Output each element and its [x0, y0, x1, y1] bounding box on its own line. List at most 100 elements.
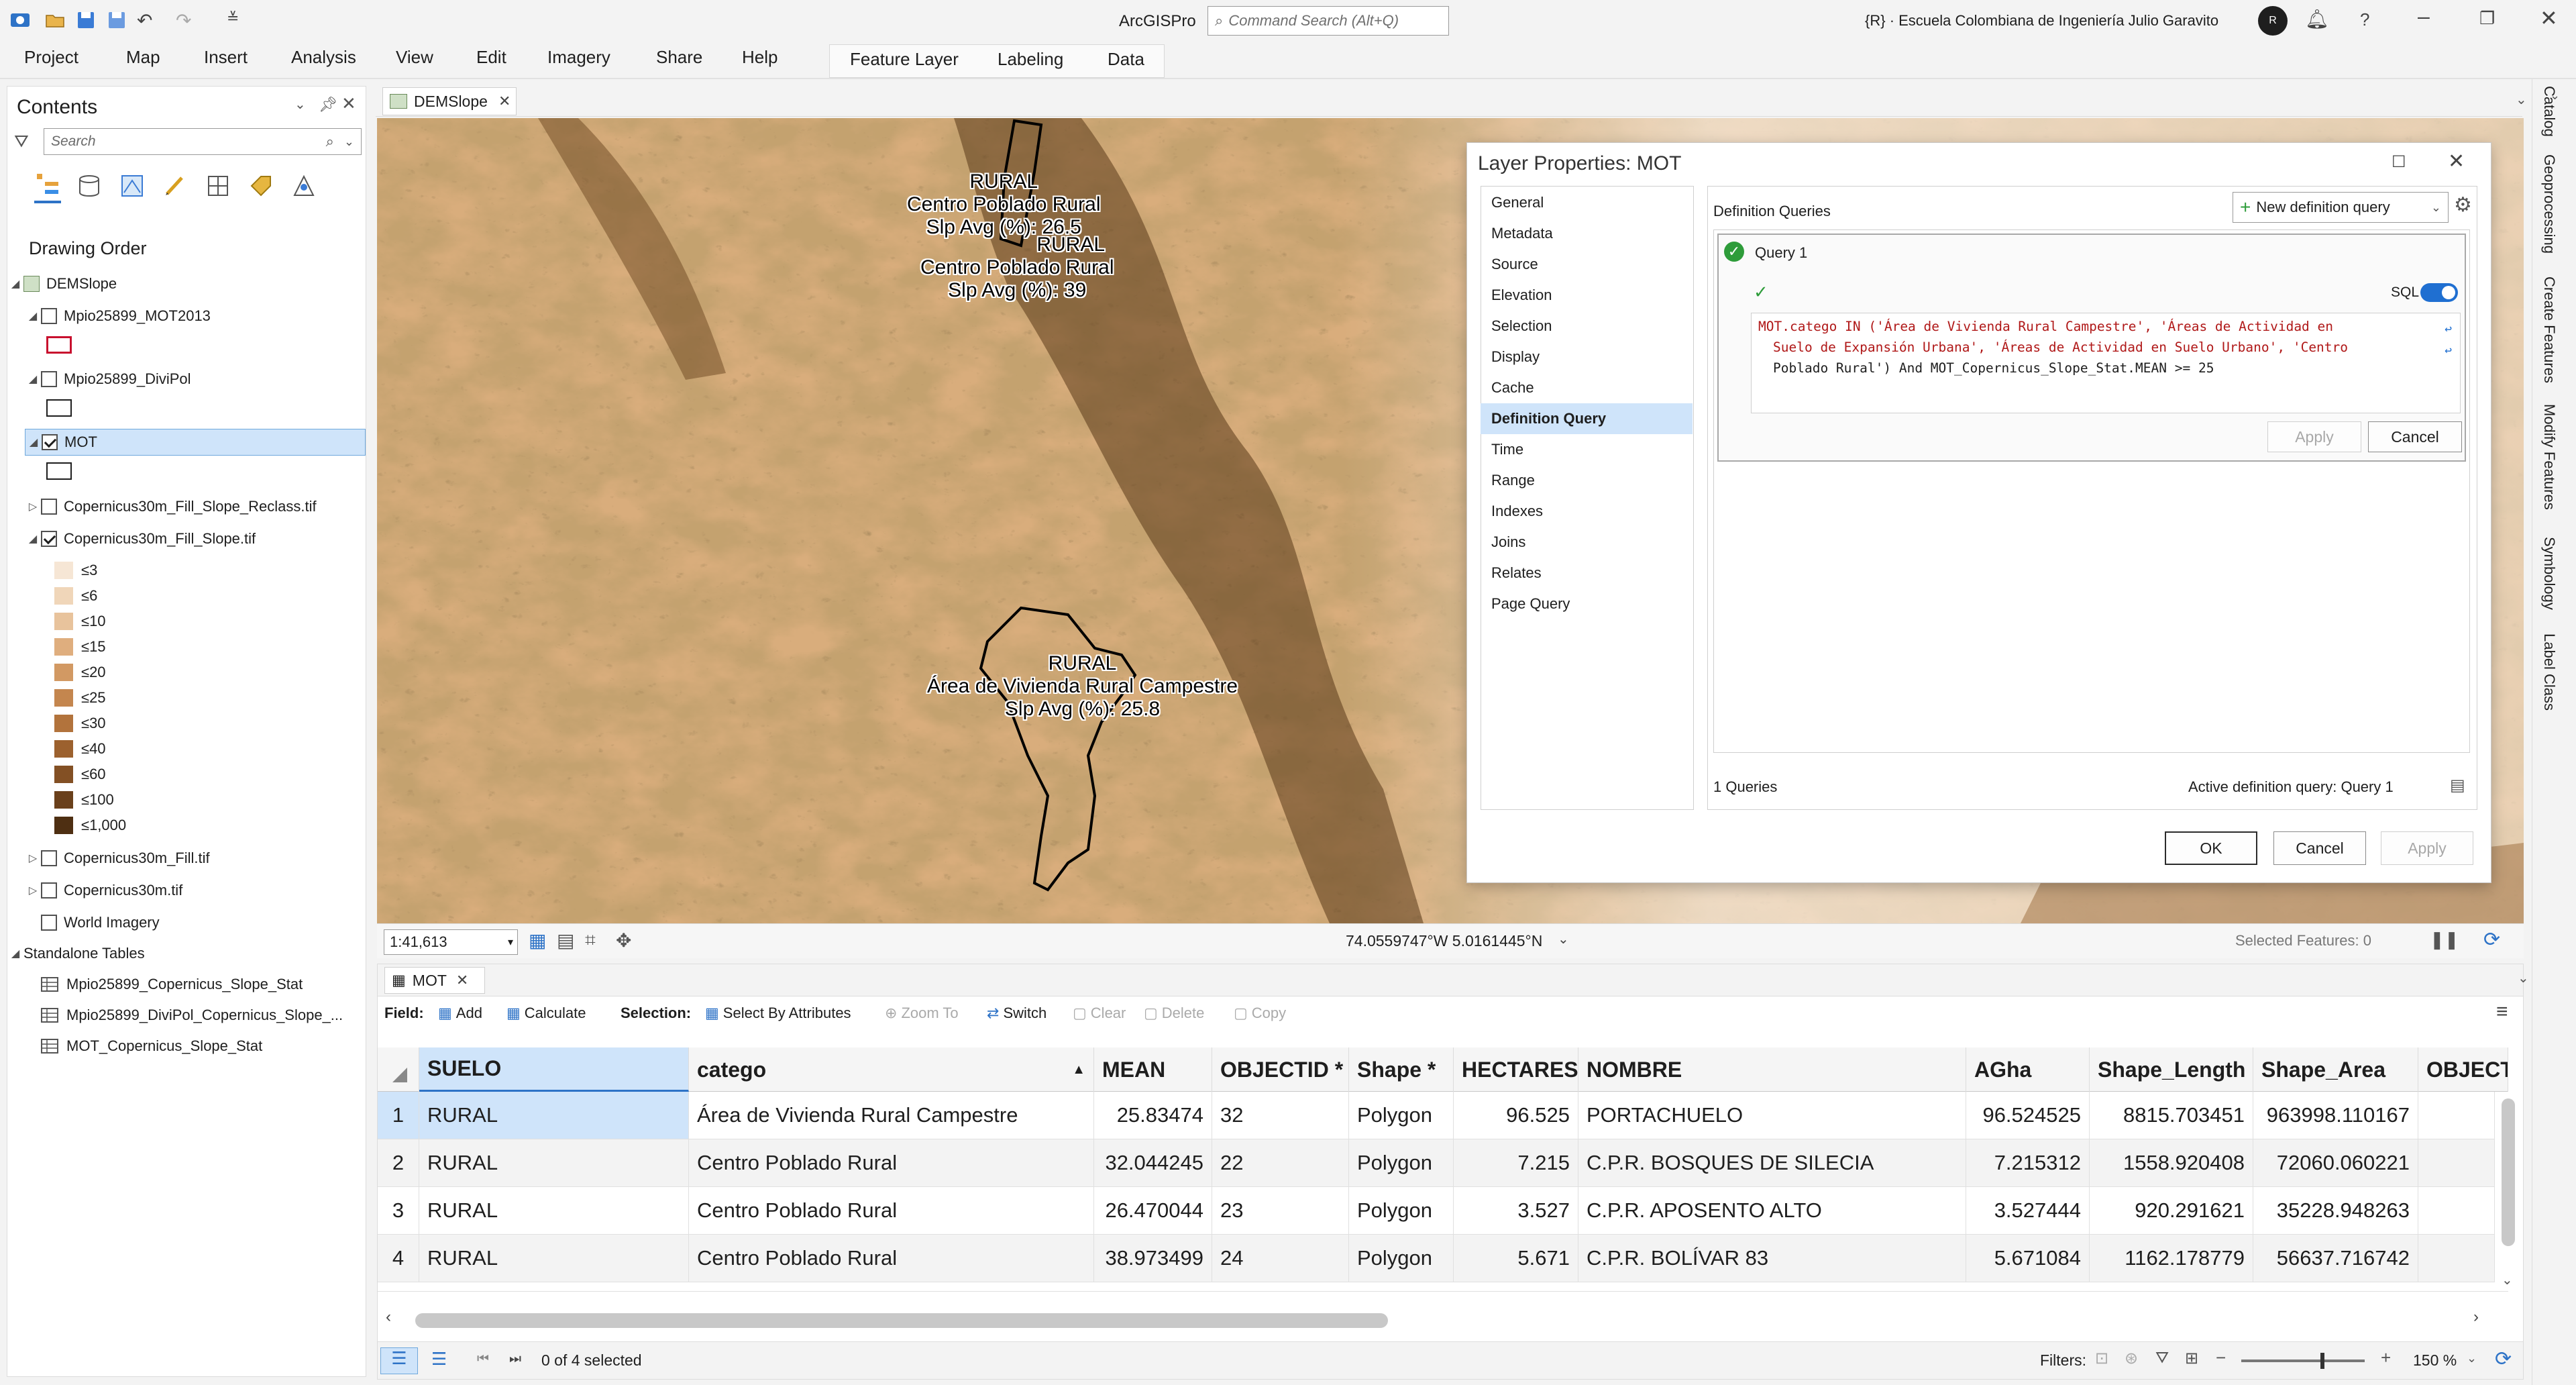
- tab-data[interactable]: Data: [1108, 49, 1144, 70]
- grid-toggle-icon[interactable]: ▦: [529, 929, 546, 952]
- layer-symbol-black-outline[interactable]: [46, 399, 72, 417]
- column-header-shape-length[interactable]: Shape_Length: [2090, 1047, 2253, 1092]
- table-cell-shape[interactable]: Polygon: [1349, 1235, 1454, 1282]
- zoom-to-button[interactable]: ⊕ Zoom To: [885, 1005, 959, 1022]
- collapse-icon[interactable]: ◢: [7, 947, 23, 960]
- notifications-bell-icon[interactable]: 🔔︎: [2305, 8, 2329, 30]
- layer-row-slope-reclass[interactable]: ▷ Copernicus30m_Fill_Slope_Reclass.tif: [25, 493, 317, 520]
- layer-visibility-checkbox[interactable]: [41, 850, 57, 866]
- query-cancel-button[interactable]: Cancel: [2368, 421, 2462, 452]
- cancel-button[interactable]: Cancel: [2273, 831, 2366, 865]
- column-header-mean[interactable]: MEAN: [1094, 1047, 1212, 1092]
- pane-options-icon[interactable]: ⌄: [294, 96, 306, 113]
- table-cell-shape-length[interactable]: 1558.920408: [2090, 1139, 2253, 1187]
- close-dialog-icon[interactable]: ✕: [2448, 150, 2465, 173]
- expand-icon[interactable]: ▷: [25, 852, 41, 865]
- tab-project[interactable]: Project: [24, 47, 78, 68]
- legend-item[interactable]: ≤25: [54, 685, 106, 711]
- restore-icon[interactable]: ❐: [2479, 8, 2495, 29]
- navigation-icon[interactable]: ✥: [616, 929, 631, 952]
- column-header-nombre[interactable]: NOMBRE: [1578, 1047, 1966, 1092]
- select-by-attributes-button[interactable]: ▦ Select By Attributes: [705, 1005, 851, 1022]
- table-cell-shape-area[interactable]: 72060.060221: [2253, 1139, 2418, 1187]
- legend-item[interactable]: ≤10: [54, 609, 106, 634]
- table-cell-object[interactable]: [2418, 1235, 2495, 1282]
- first-record-icon[interactable]: ⏮: [477, 1351, 489, 1367]
- list-by-labeling-icon[interactable]: [249, 174, 273, 198]
- layer-visibility-checkbox[interactable]: [41, 915, 57, 931]
- zoom-out-icon[interactable]: −: [2216, 1347, 2226, 1368]
- layer-row-copernicus[interactable]: ▷ Copernicus30m.tif: [25, 877, 182, 904]
- scroll-down-icon[interactable]: ⌄: [2502, 1272, 2513, 1288]
- legend-item[interactable]: ≤30: [54, 711, 106, 736]
- add-field-button[interactable]: ▦ Add: [438, 1005, 482, 1022]
- layer-row-fill[interactable]: ▷ Copernicus30m_Fill.tif: [25, 845, 210, 872]
- tab-map[interactable]: Map: [126, 47, 160, 68]
- minimize-icon[interactable]: –: [2418, 4, 2430, 29]
- new-definition-query-button[interactable]: + New definition query ⌄: [2233, 192, 2449, 223]
- row-number[interactable]: 3: [378, 1187, 419, 1235]
- legend-item[interactable]: ≤15: [54, 634, 106, 660]
- table-cell-agha[interactable]: 7.215312: [1966, 1139, 2090, 1187]
- tab-view[interactable]: View: [396, 47, 433, 68]
- table-cell-hectares[interactable]: 3.527: [1454, 1187, 1578, 1235]
- show-all-records-icon[interactable]: ☰: [380, 1347, 418, 1374]
- column-header-shape[interactable]: Shape *: [1349, 1047, 1454, 1092]
- legend-item[interactable]: ≤20: [54, 660, 106, 685]
- nav-source[interactable]: Source: [1481, 249, 1693, 280]
- layer-row-slope[interactable]: ◢ Copernicus30m_Fill_Slope.tif: [25, 525, 256, 552]
- query-details-icon[interactable]: ▤: [2450, 776, 2465, 795]
- filter-selection-icon[interactable]: ⊛: [2125, 1349, 2138, 1368]
- table-cell-catego[interactable]: Área de Vivienda Rural Campestre: [689, 1092, 1094, 1139]
- table-row-mpio-slope-stat[interactable]: Mpio25899_Copernicus_Slope_Stat: [41, 971, 303, 998]
- delete-button[interactable]: ▢ Delete: [1144, 1005, 1204, 1022]
- scroll-right-icon[interactable]: ›: [2473, 1308, 2479, 1327]
- layer-visibility-checkbox[interactable]: [41, 371, 57, 387]
- sql-expression-editor[interactable]: MOT.catego IN ('Área de Vivienda Rural C…: [1751, 313, 2461, 413]
- legend-item[interactable]: ≤40: [54, 736, 106, 762]
- tab-symbology[interactable]: Symbology: [2540, 537, 2558, 610]
- list-by-perspective-icon[interactable]: [292, 174, 316, 198]
- zoom-slider-handle[interactable]: [2320, 1353, 2324, 1369]
- table-cell-mean[interactable]: 25.83474: [1094, 1092, 1212, 1139]
- nav-relates[interactable]: Relates: [1481, 558, 1693, 588]
- settings-gear-icon[interactable]: ⚙: [2454, 193, 2472, 217]
- refresh-icon[interactable]: ⟳: [2495, 1347, 2512, 1371]
- table-tab[interactable]: ▦ MOT ✕: [384, 967, 485, 994]
- tab-feature-layer[interactable]: Feature Layer: [850, 49, 959, 70]
- layer-visibility-checkbox[interactable]: [41, 308, 57, 324]
- layer-row-mpio-divipol[interactable]: ◢ Mpio25899_DiviPol: [25, 366, 191, 393]
- command-search[interactable]: ⌕ Command Search (Alt+Q): [1208, 6, 1449, 36]
- chevron-down-icon[interactable]: ⌄: [2518, 970, 2529, 986]
- table-cell-suelo[interactable]: RURAL: [419, 1092, 689, 1139]
- nav-page-query[interactable]: Page Query: [1481, 588, 1693, 619]
- query-apply-button[interactable]: Apply: [2267, 421, 2361, 452]
- tab-label-class[interactable]: Label Class: [2540, 633, 2558, 711]
- layer-row-world-imagery[interactable]: World Imagery: [41, 909, 160, 936]
- nav-general[interactable]: General: [1481, 187, 1693, 218]
- tab-edit[interactable]: Edit: [476, 47, 506, 68]
- maximize-icon[interactable]: ☐: [2392, 152, 2406, 172]
- table-cell-agha[interactable]: 3.527444: [1966, 1187, 2090, 1235]
- list-by-drawing-order-icon[interactable]: [34, 172, 61, 203]
- last-record-icon[interactable]: ⏭: [509, 1351, 521, 1367]
- redo-icon[interactable]: ↷: [176, 9, 197, 31]
- close-tab-icon[interactable]: ✕: [498, 93, 511, 110]
- table-cell-catego[interactable]: Centro Poblado Rural: [689, 1187, 1094, 1235]
- tab-create-features[interactable]: Create Features: [2540, 276, 2558, 383]
- table-cell-shape[interactable]: Polygon: [1349, 1139, 1454, 1187]
- tab-modify-features[interactable]: Modify Features: [2540, 404, 2558, 510]
- legend-item[interactable]: ≤100: [54, 787, 114, 813]
- tab-labeling[interactable]: Labeling: [998, 49, 1063, 70]
- table-toggle-icon[interactable]: ▤: [557, 929, 574, 952]
- layer-visibility-checkbox[interactable]: [41, 499, 57, 515]
- copy-button[interactable]: ▢ Copy: [1234, 1005, 1286, 1022]
- table-cell-agha[interactable]: 5.671084: [1966, 1235, 2090, 1282]
- nav-definition-query[interactable]: Definition Query: [1481, 403, 1693, 434]
- table-cell-suelo[interactable]: RURAL: [419, 1139, 689, 1187]
- table-cell-objectid[interactable]: 24: [1212, 1235, 1349, 1282]
- table-cell-shape-area[interactable]: 35228.948263: [2253, 1187, 2418, 1235]
- tab-help[interactable]: Help: [742, 47, 777, 68]
- column-header-shape-area[interactable]: Shape_Area: [2253, 1047, 2418, 1092]
- table-cell-shape-length[interactable]: 920.291621: [2090, 1187, 2253, 1235]
